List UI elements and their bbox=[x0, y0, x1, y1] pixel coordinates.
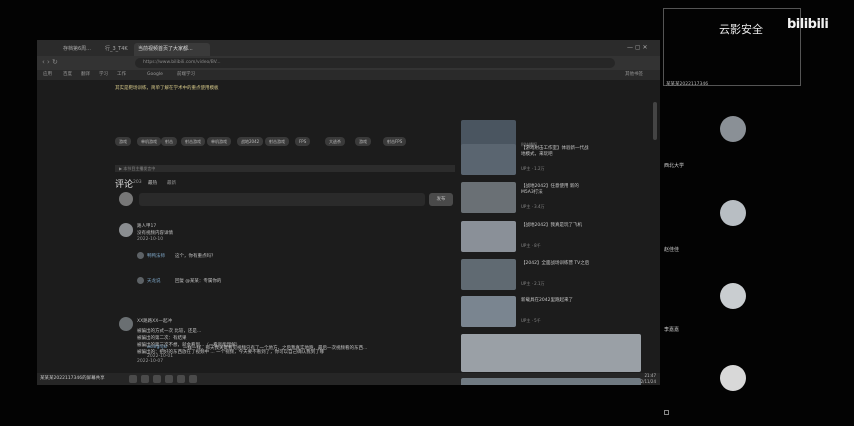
avatar bbox=[119, 223, 133, 237]
bookmark[interactable]: 前端学习 bbox=[177, 70, 195, 80]
comment-user[interactable]: XX路路XX一起冲 bbox=[137, 318, 172, 324]
bookmark[interactable]: 翻译 bbox=[81, 70, 90, 80]
comment-line: 被骗出的第二次：有结果 bbox=[137, 336, 187, 341]
participant-name: 李嘉嘉 bbox=[664, 327, 680, 333]
comment-user[interactable]: asdfghjkl bbox=[147, 345, 167, 350]
reply-text: 回复 @某某：专属你的 bbox=[175, 279, 222, 284]
recommendation-title[interactable]: 【游戏射击工作室】体验新一代战地模式，来玩吧 bbox=[521, 146, 591, 158]
shared-screen: 存档第6周... 行_3_T4K 当前视频首页了大家都... — ▢ ✕ ‹ ›… bbox=[37, 40, 660, 385]
participant-avatar[interactable] bbox=[720, 116, 746, 142]
recommendation-title[interactable]: 【战地2042】我真是玩了飞机 bbox=[521, 223, 591, 229]
comments-title: 评论 bbox=[115, 180, 134, 190]
comment-text: 没有视频内容详情 bbox=[137, 231, 173, 236]
bookmark[interactable]: 百度 bbox=[63, 70, 72, 80]
video-description: 其实是靶场训练，简单了解在学术中的重点使用模板 bbox=[115, 86, 219, 91]
recommendation-thumbnail[interactable] bbox=[461, 334, 641, 372]
video-tag[interactable]: 射击FPS bbox=[383, 137, 407, 146]
avatar bbox=[137, 252, 144, 259]
taskbar-app-icon[interactable] bbox=[141, 375, 149, 383]
video-tag[interactable]: 游戏 bbox=[115, 137, 131, 146]
bookmarks-bar: 应用 百度 翻译 学习 工作 Google 前端学习 其他书签 bbox=[37, 70, 660, 80]
my-avatar bbox=[119, 192, 133, 206]
share-status: 某某某2022117346的屏幕共享 bbox=[40, 376, 105, 381]
recommendation-meta: UP主 · 8千 bbox=[521, 243, 541, 248]
browser-tab[interactable]: 存档第6周... bbox=[59, 43, 99, 56]
comment-user[interactable]: 路人甲17 bbox=[137, 223, 156, 229]
avatar bbox=[119, 317, 133, 331]
recommendation-thumbnail[interactable] bbox=[461, 182, 516, 213]
bookmark[interactable]: 学习 bbox=[99, 70, 108, 80]
video-tag[interactable]: 射击游戏 bbox=[181, 137, 205, 146]
recommendation-title[interactable]: 【战地2042】任意使用 新的 M5A3打法 bbox=[521, 184, 591, 196]
comment-line: 被骗出的方式一次 比较，还是... bbox=[137, 329, 202, 334]
browser-tab-active[interactable]: 当前视频首页了大家都... bbox=[134, 43, 210, 56]
notice-banner: ▶ 本节目主播发言中 bbox=[115, 165, 455, 172]
comment-input[interactable] bbox=[139, 193, 425, 206]
participant-name: 西北大学 bbox=[664, 163, 685, 169]
participant-avatar[interactable] bbox=[720, 283, 746, 309]
video-tag[interactable]: 大逃杀 bbox=[325, 137, 345, 146]
taskbar-app-icon[interactable] bbox=[189, 375, 197, 383]
scrollbar[interactable] bbox=[653, 102, 657, 140]
address-bar: ‹ › ↻ https://www.bilibili.com/video/BV.… bbox=[37, 56, 660, 70]
recommendation-thumbnail[interactable] bbox=[461, 259, 516, 290]
taskbar-app-icon[interactable] bbox=[177, 375, 185, 383]
comment-text: 一样一样，那天我关键看见视频只有了一个地方，之后我真实地跑，最后一次视频看的东西… bbox=[183, 346, 368, 351]
avatar bbox=[137, 277, 144, 284]
comment-meta: 2022-10-10 bbox=[137, 237, 164, 242]
reply-user[interactable]: 鸭鸭法师 bbox=[147, 253, 165, 259]
video-tag[interactable]: 射击游戏 bbox=[265, 137, 289, 146]
brand-text: 云影安全 bbox=[719, 23, 763, 36]
browser-tab[interactable]: 行_3_T4K bbox=[101, 43, 129, 56]
participant-status-icon bbox=[664, 410, 669, 415]
video-tag[interactable]: 单机游戏 bbox=[137, 137, 161, 146]
video-tag[interactable]: FPS bbox=[295, 137, 311, 146]
bilibili-logo: bilibili bbox=[787, 17, 829, 32]
recommendation-title[interactable]: 【2042】全面战场训练营 TV之后 bbox=[521, 261, 591, 267]
recommendation-meta: UP主 · 2.1万 bbox=[521, 281, 545, 286]
video-tag[interactable]: 游戏 bbox=[355, 137, 371, 146]
bookmark[interactable]: 工作 bbox=[117, 70, 126, 80]
recommendation-thumbnail[interactable] bbox=[461, 221, 516, 252]
sort-hot-tab[interactable]: 最热 bbox=[148, 180, 157, 186]
taskbar-app-icon[interactable] bbox=[165, 375, 173, 383]
comment-meta: 2022-10-07 bbox=[137, 359, 164, 364]
recommendation-thumbnail[interactable] bbox=[461, 378, 641, 385]
participant-name: 赵佳佳 bbox=[664, 247, 680, 253]
comment-meta: 2022-10-01 bbox=[147, 354, 174, 359]
recommendation-meta: UP主 · 3.4万 bbox=[521, 204, 545, 209]
taskbar-app-icon[interactable] bbox=[153, 375, 161, 383]
taskbar-app-icon[interactable] bbox=[129, 375, 137, 383]
video-tag[interactable]: 射击 bbox=[161, 137, 177, 146]
url-field[interactable]: https://www.bilibili.com/video/BV... bbox=[135, 58, 615, 68]
recommendation-meta: UP主 · 1.2万 bbox=[521, 166, 545, 171]
presenter-tile[interactable]: 云影安全 bilibili 某某某2022117346 bbox=[663, 8, 829, 87]
presenter-name: 某某某2022117346 bbox=[666, 82, 709, 87]
bookmark[interactable]: Google bbox=[147, 70, 163, 80]
recommendation-thumbnail[interactable] bbox=[461, 296, 516, 327]
window-controls-icon[interactable]: — ▢ ✕ bbox=[627, 44, 648, 51]
video-tag[interactable]: 战地2042 bbox=[237, 137, 264, 146]
back-forward-icon[interactable]: ‹ › ↻ bbox=[42, 58, 58, 66]
browser-tab-bar: 存档第6周... 行_3_T4K 当前视频首页了大家都... — ▢ ✕ bbox=[37, 40, 660, 56]
reply-text: 这个，你有重点吗？ bbox=[175, 254, 216, 259]
video-tag[interactable]: 单机游戏 bbox=[207, 137, 231, 146]
reply-user[interactable]: 天龙说 bbox=[147, 278, 161, 284]
bookmark-other[interactable]: 其他书签 bbox=[625, 70, 643, 80]
recommendation-thumbnail[interactable] bbox=[461, 144, 516, 175]
participant-avatar[interactable] bbox=[720, 365, 746, 391]
participant-avatar[interactable] bbox=[720, 200, 746, 226]
recommendation-title[interactable]: 新载具在2042里跑起来了 bbox=[521, 298, 591, 304]
sort-new-tab[interactable]: 最新 bbox=[167, 180, 176, 186]
send-button[interactable]: 发布 bbox=[429, 193, 453, 206]
recommendation-meta: UP主 · 5千 bbox=[521, 318, 541, 323]
bookmark[interactable]: 应用 bbox=[43, 70, 52, 80]
comments-count: 203 bbox=[133, 180, 142, 185]
